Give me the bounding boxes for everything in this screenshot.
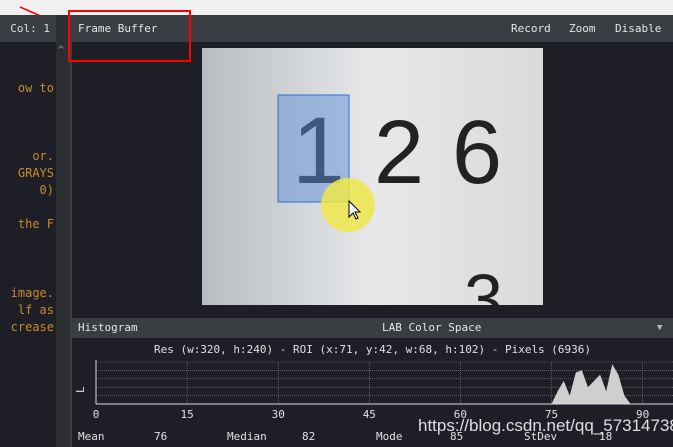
annotation-box: [68, 10, 191, 62]
editor-status: Col: 1: [0, 15, 56, 42]
histogram-info: Res (w:320, h:240) - ROI (x:71, y:42, w:…: [153, 343, 592, 356]
code-line: crease: [10, 320, 54, 334]
disable-button[interactable]: Disable: [615, 15, 661, 42]
record-button[interactable]: Record: [511, 15, 551, 42]
tick-label: 0: [93, 408, 100, 421]
histogram-area: [551, 364, 631, 404]
digit: 6: [452, 103, 502, 203]
tick-label: 45: [363, 408, 376, 421]
code-editor[interactable]: Col: 1 ow to or. GRAYS 0) the F image. l…: [0, 15, 56, 447]
color-space-select[interactable]: LAB Color Space: [382, 318, 481, 338]
code-line: or.: [32, 149, 54, 163]
cursor-highlight: [321, 178, 375, 232]
zoom-button[interactable]: Zoom: [569, 15, 596, 42]
digit: 3: [464, 260, 503, 305]
stat-label: Mode: [376, 430, 403, 443]
histogram-header: Histogram LAB Color Space ▼: [72, 318, 673, 338]
chevron-up-icon[interactable]: ^: [58, 45, 64, 56]
chevron-down-icon[interactable]: ▼: [657, 318, 662, 338]
code-line: image.: [10, 286, 54, 300]
stat-value: 76: [154, 430, 168, 443]
tick-label: 15: [180, 408, 193, 421]
code-line: lf as: [17, 303, 54, 317]
tick-label: 30: [272, 408, 285, 421]
code-line: GRAYS: [17, 166, 54, 180]
code-line: ow to: [17, 81, 54, 95]
code-line: 0): [39, 183, 54, 197]
watermark: https://blog.csdn.net/qq_57314738: [418, 416, 673, 435]
stat-value: 82: [302, 430, 316, 443]
editor-scrollbar[interactable]: ^: [56, 15, 72, 447]
framebuffer-image[interactable]: 1 2 6 3: [202, 48, 543, 305]
stat-label: Median: [227, 430, 267, 443]
histogram-title: Histogram: [78, 321, 138, 334]
stat-label: Mean: [78, 430, 105, 443]
digit: 2: [374, 103, 424, 203]
channel-label: L: [74, 386, 87, 393]
code-line: the F: [17, 217, 54, 231]
